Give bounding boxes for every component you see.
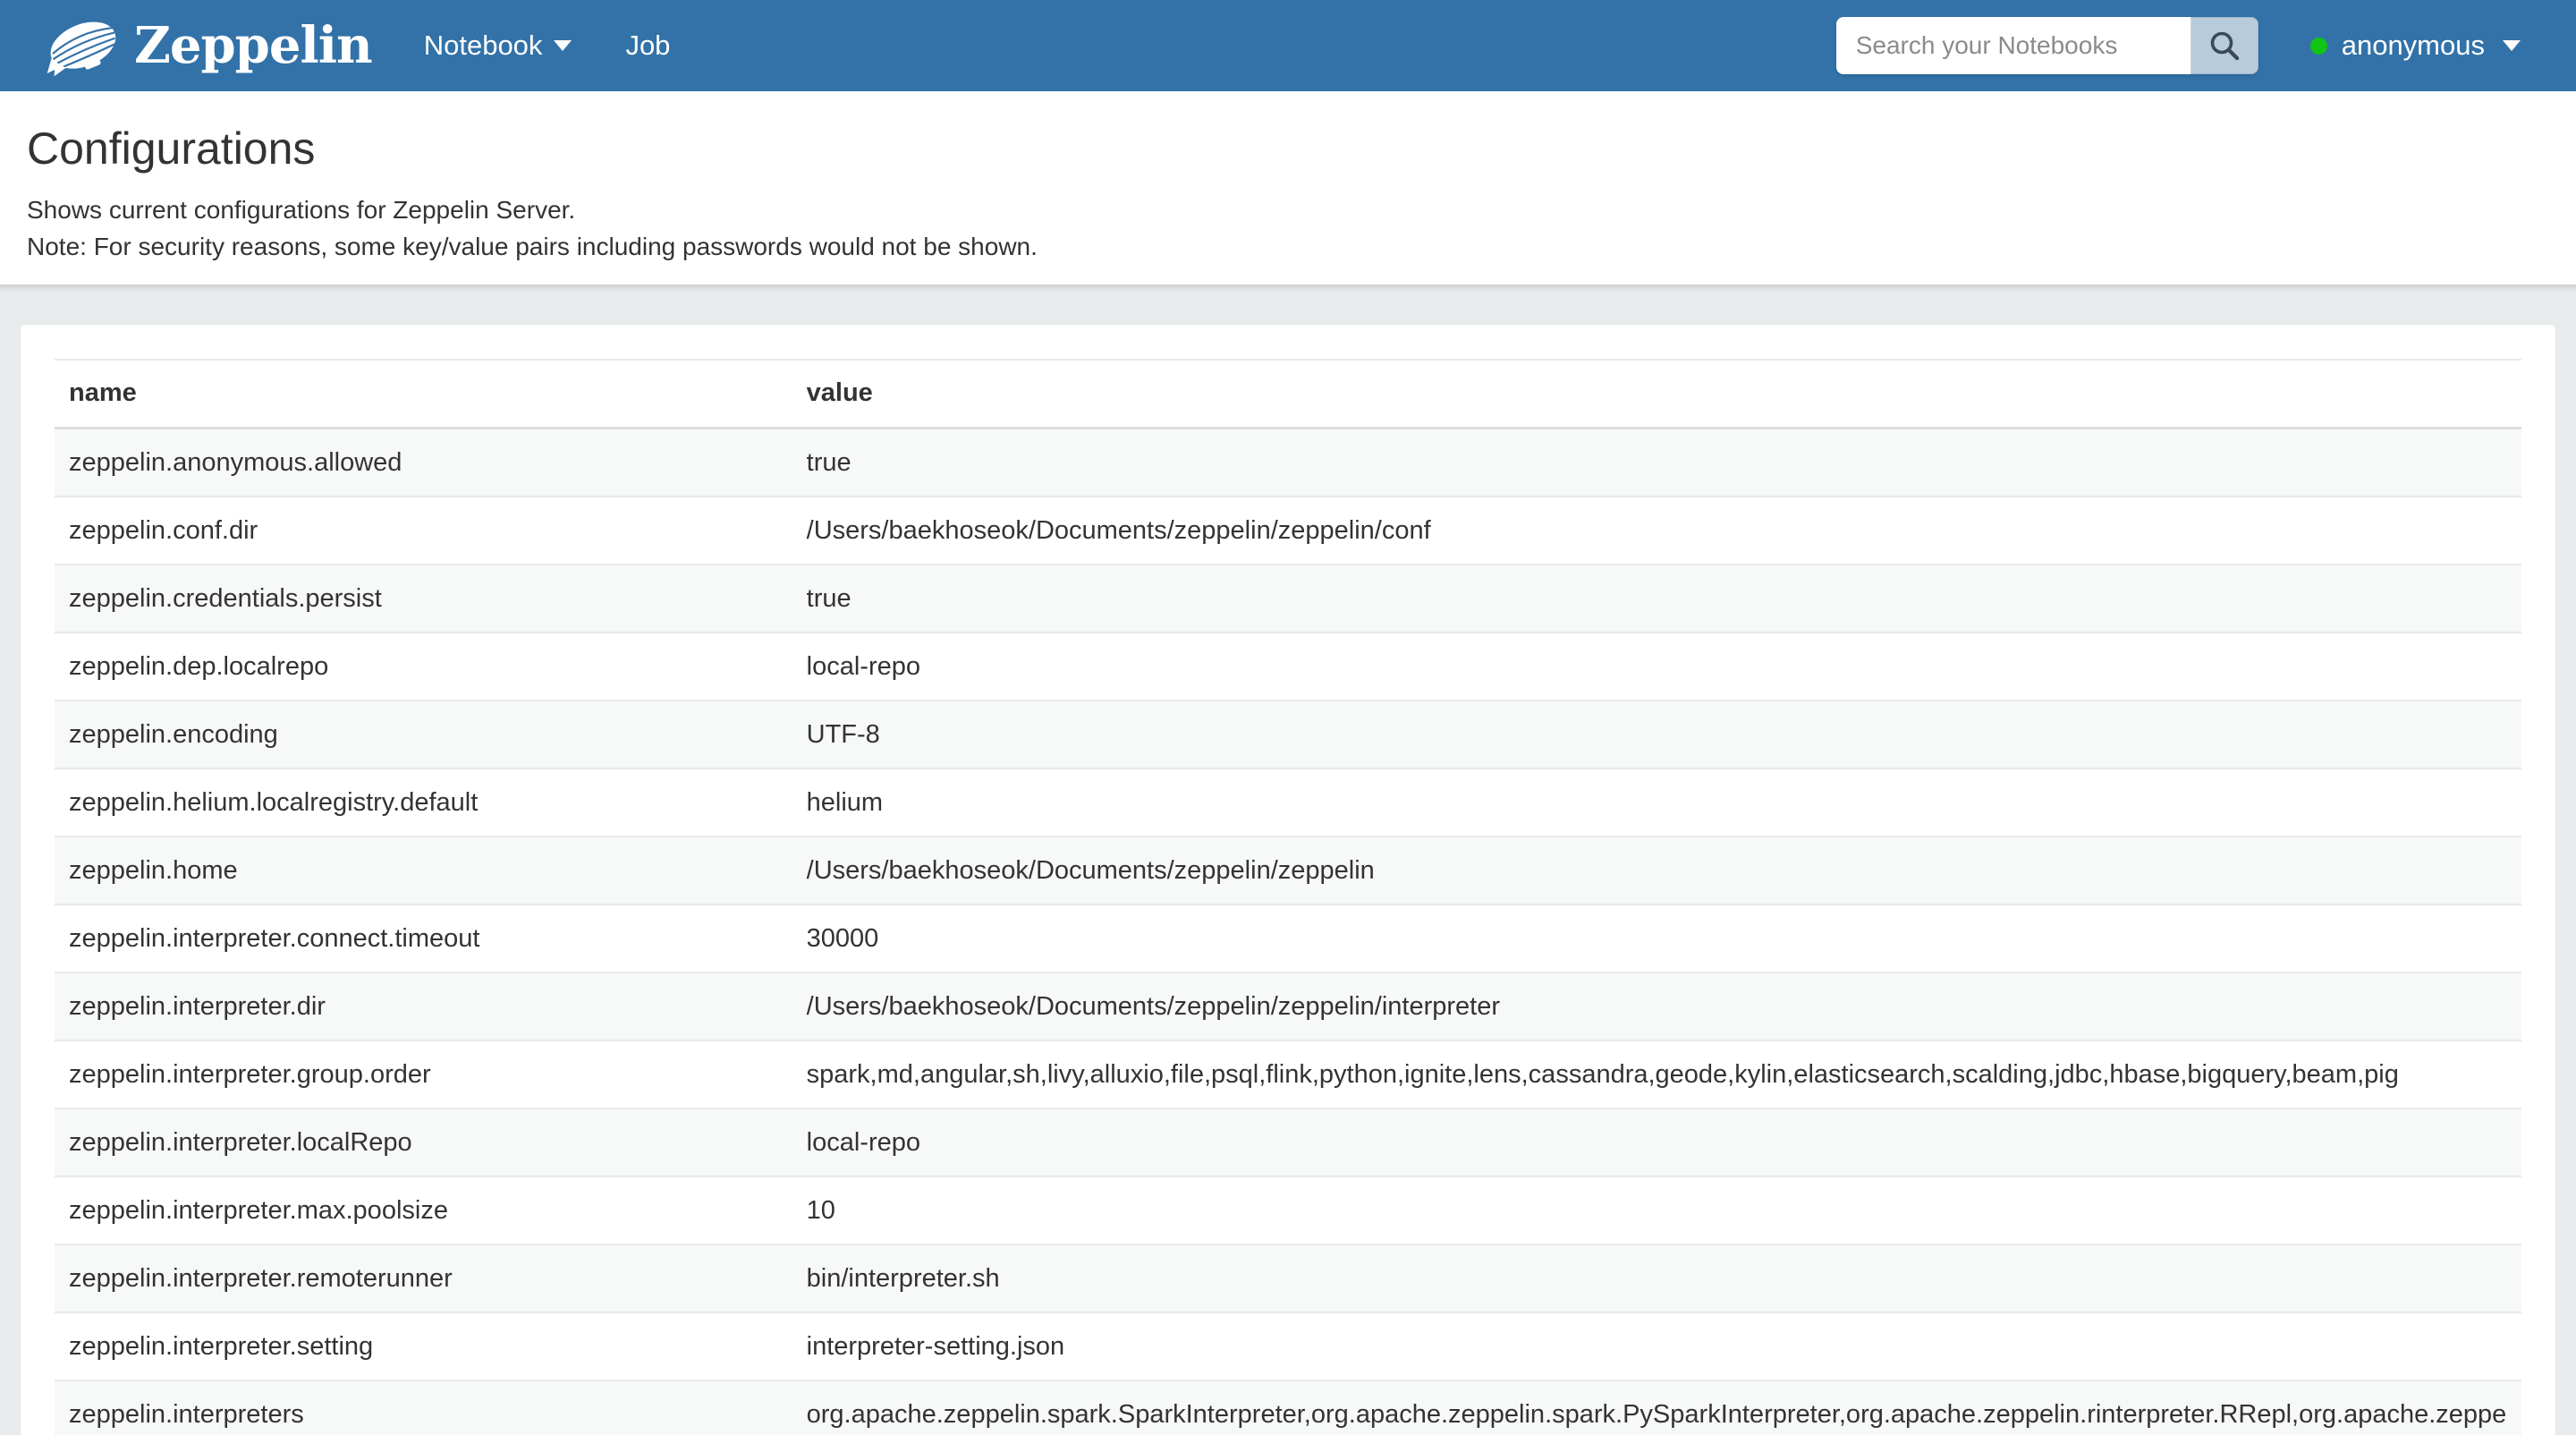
navbar: Zeppelin Notebook Job anonymous bbox=[0, 0, 2576, 91]
user-menu[interactable]: anonymous bbox=[2310, 30, 2521, 62]
column-header-name: name bbox=[55, 360, 792, 429]
table-row: zeppelin.interpreter.localRepo local-rep… bbox=[55, 1108, 2521, 1176]
config-name-cell: zeppelin.credentials.persist bbox=[55, 565, 792, 633]
config-name-cell: zeppelin.anonymous.allowed bbox=[55, 429, 792, 497]
page-header: Configurations Shows current configurati… bbox=[0, 91, 2576, 284]
table-row: zeppelin.interpreter.max.poolsize 10 bbox=[55, 1176, 2521, 1244]
notebook-search bbox=[1836, 17, 2258, 74]
config-name-cell: zeppelin.encoding bbox=[55, 701, 792, 768]
config-value-cell: bin/interpreter.sh bbox=[792, 1244, 2521, 1312]
config-name-cell: zeppelin.interpreter.remoterunner bbox=[55, 1244, 792, 1312]
config-name-cell: zeppelin.dep.localrepo bbox=[55, 633, 792, 701]
config-value-cell: /Users/baekhoseok/Documents/zeppelin/zep… bbox=[792, 972, 2521, 1040]
config-value-cell: interpreter-setting.json bbox=[792, 1312, 2521, 1380]
search-icon bbox=[2207, 29, 2241, 63]
config-name-cell: zeppelin.interpreter.max.poolsize bbox=[55, 1176, 792, 1244]
config-name-cell: zeppelin.interpreter.dir bbox=[55, 972, 792, 1040]
config-value-cell: 10 bbox=[792, 1176, 2521, 1244]
table-row: zeppelin.interpreters org.apache.zeppeli… bbox=[55, 1380, 2521, 1435]
page-description-line1: Shows current configurations for Zeppeli… bbox=[27, 191, 2549, 228]
table-header-row: name value bbox=[55, 360, 2521, 429]
config-name-cell: zeppelin.home bbox=[55, 836, 792, 904]
config-name-cell: zeppelin.interpreters bbox=[55, 1380, 792, 1435]
config-value-cell: true bbox=[792, 565, 2521, 633]
brand-title: Zeppelin bbox=[134, 21, 372, 71]
table-row: zeppelin.helium.localregistry.default he… bbox=[55, 768, 2521, 836]
table-row: zeppelin.anonymous.allowed true bbox=[55, 429, 2521, 497]
config-name-cell: zeppelin.interpreter.setting bbox=[55, 1312, 792, 1380]
content-band: name value zeppelin.anonymous.allowed tr… bbox=[0, 284, 2576, 1435]
config-value-cell: local-repo bbox=[792, 1108, 2521, 1176]
table-row: zeppelin.home /Users/baekhoseok/Document… bbox=[55, 836, 2521, 904]
config-value-cell: 30000 bbox=[792, 904, 2521, 972]
nav-item-notebook[interactable]: Notebook bbox=[424, 0, 572, 91]
nav-item-notebook-label: Notebook bbox=[424, 0, 543, 91]
search-button[interactable] bbox=[2190, 17, 2258, 74]
table-row: zeppelin.dep.localrepo local-repo bbox=[55, 633, 2521, 701]
table-header: name value bbox=[55, 360, 2521, 429]
user-status-dot bbox=[2310, 38, 2327, 55]
page-description-line2: Note: For security reasons, some key/val… bbox=[27, 228, 2549, 265]
table-row: zeppelin.interpreter.connect.timeout 300… bbox=[55, 904, 2521, 972]
user-name: anonymous bbox=[2342, 30, 2485, 62]
zeppelin-blimp-icon bbox=[43, 6, 122, 85]
column-header-value: value bbox=[792, 360, 2521, 429]
table-row: zeppelin.credentials.persist true bbox=[55, 565, 2521, 633]
table-row: zeppelin.interpreter.dir /Users/baekhose… bbox=[55, 972, 2521, 1040]
config-value-cell: org.apache.zeppelin.spark.SparkInterpret… bbox=[792, 1380, 2521, 1435]
config-name-cell: zeppelin.helium.localregistry.default bbox=[55, 768, 792, 836]
config-value-cell: /Users/baekhoseok/Documents/zeppelin/zep… bbox=[792, 497, 2521, 565]
table-row: zeppelin.conf.dir /Users/baekhoseok/Docu… bbox=[55, 497, 2521, 565]
config-name-cell: zeppelin.interpreter.group.order bbox=[55, 1040, 792, 1108]
configurations-table: name value zeppelin.anonymous.allowed tr… bbox=[55, 359, 2521, 1435]
table-body: zeppelin.anonymous.allowed true zeppelin… bbox=[55, 429, 2521, 1435]
config-value-cell: spark,md,angular,sh,livy,alluxio,file,ps… bbox=[792, 1040, 2521, 1108]
config-value-cell: helium bbox=[792, 768, 2521, 836]
chevron-down-icon bbox=[2503, 40, 2521, 51]
chevron-down-icon bbox=[554, 40, 572, 51]
table-row: zeppelin.interpreter.remoterunner bin/in… bbox=[55, 1244, 2521, 1312]
page-title: Configurations bbox=[27, 125, 2549, 172]
config-name-cell: zeppelin.interpreter.connect.timeout bbox=[55, 904, 792, 972]
config-value-cell: true bbox=[792, 429, 2521, 497]
table-row: zeppelin.interpreter.group.order spark,m… bbox=[55, 1040, 2521, 1108]
config-name-cell: zeppelin.interpreter.localRepo bbox=[55, 1108, 792, 1176]
table-row: zeppelin.interpreter.setting interpreter… bbox=[55, 1312, 2521, 1380]
search-input[interactable] bbox=[1836, 17, 2190, 74]
configurations-card: name value zeppelin.anonymous.allowed tr… bbox=[20, 324, 2556, 1435]
table-row: zeppelin.encoding UTF-8 bbox=[55, 701, 2521, 768]
config-value-cell: /Users/baekhoseok/Documents/zeppelin/zep… bbox=[792, 836, 2521, 904]
nav-item-job-label: Job bbox=[625, 0, 670, 91]
nav-item-job[interactable]: Job bbox=[625, 0, 670, 91]
config-value-cell: UTF-8 bbox=[792, 701, 2521, 768]
brand-logo[interactable]: Zeppelin bbox=[43, 6, 372, 85]
config-value-cell: local-repo bbox=[792, 633, 2521, 701]
config-name-cell: zeppelin.conf.dir bbox=[55, 497, 792, 565]
nav-links: Notebook Job bbox=[424, 0, 671, 91]
